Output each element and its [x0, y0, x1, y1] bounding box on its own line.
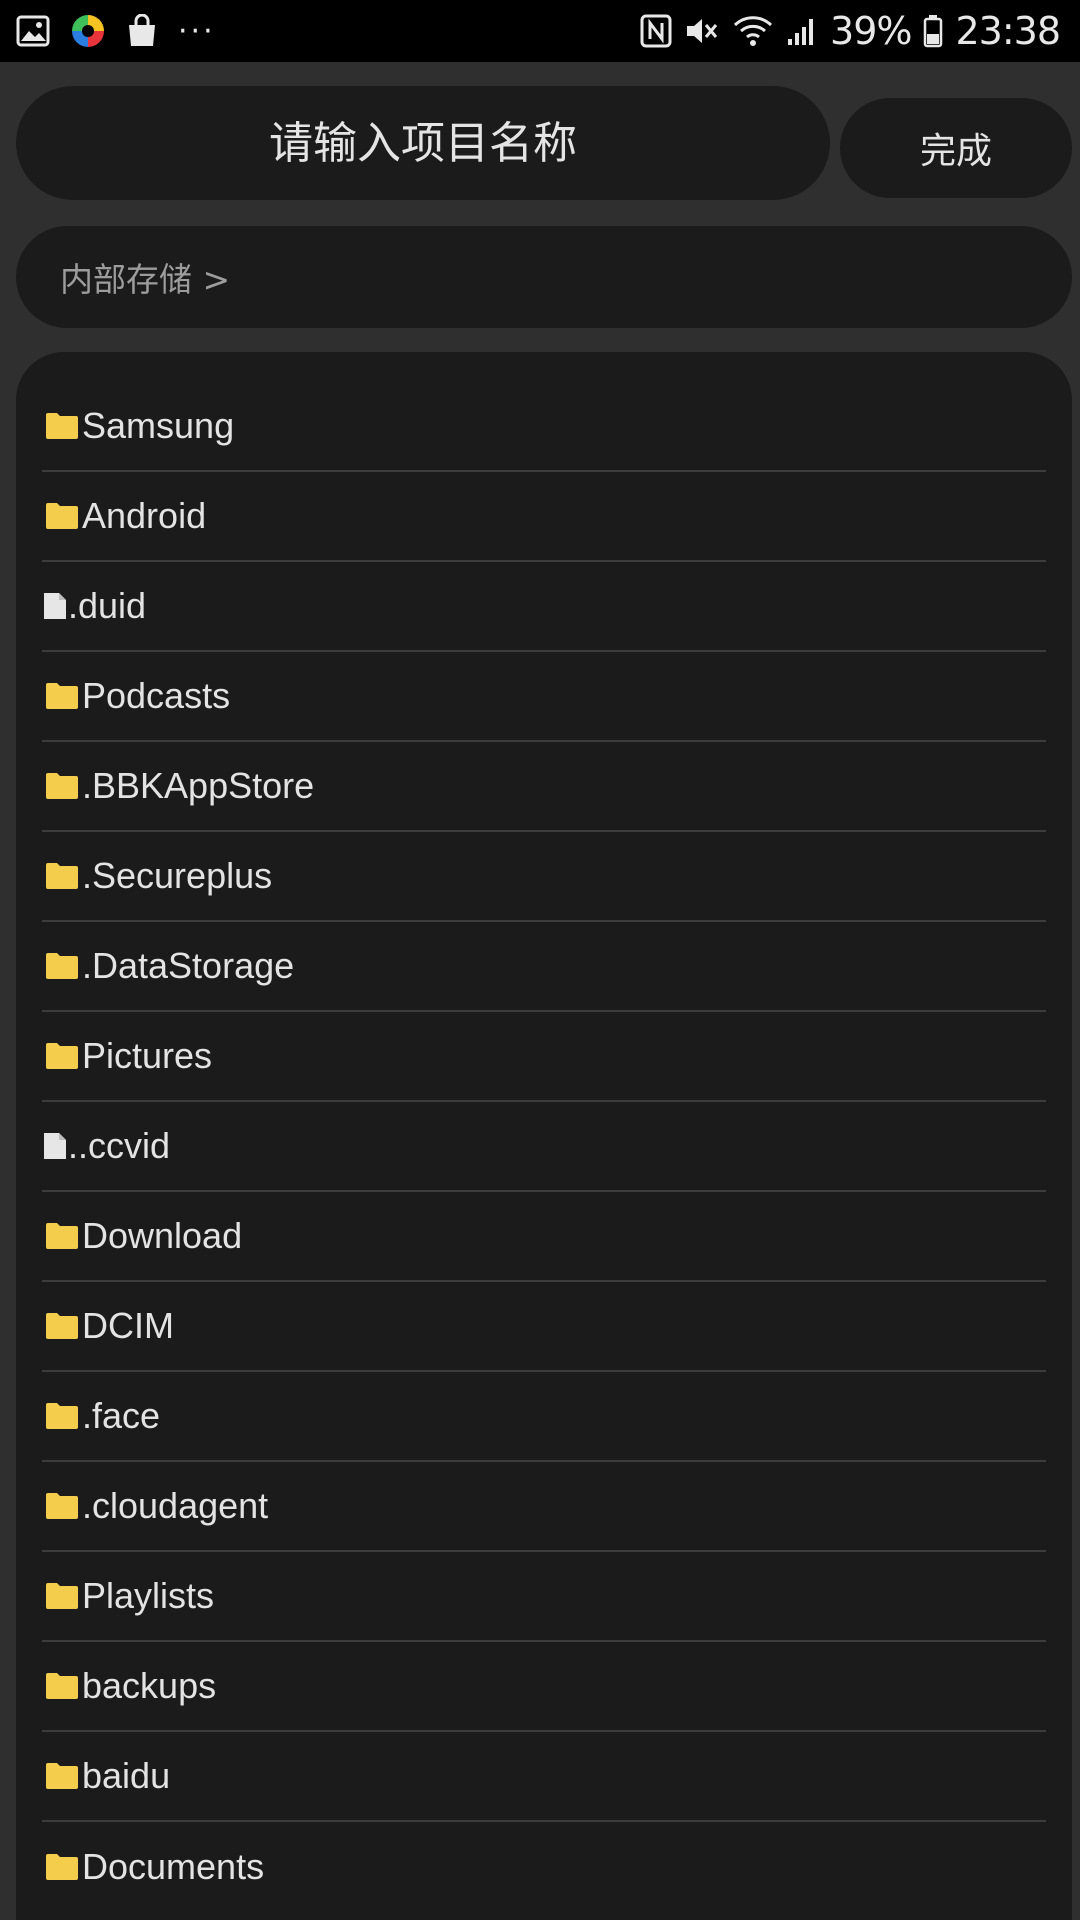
file-list-item[interactable]: .face — [42, 1372, 1046, 1462]
signal-icon — [786, 15, 818, 47]
file-list-item[interactable]: .Secureplus — [42, 832, 1046, 922]
file-list-item[interactable]: Podcasts — [42, 652, 1046, 742]
folder-icon — [42, 856, 82, 896]
file-list-item[interactable]: baidu — [42, 1732, 1046, 1822]
gallery-icon — [16, 15, 50, 47]
file-name: Samsung — [82, 405, 235, 446]
more-notifications-indicator: ··· — [178, 13, 216, 49]
file-name: .DataStorage — [82, 945, 295, 986]
file-name: baidu — [82, 1755, 171, 1796]
file-name: .Secureplus — [82, 855, 273, 896]
file-name: .BBKAppStore — [82, 765, 315, 806]
file-icon — [42, 1126, 68, 1166]
file-name: .face — [82, 1395, 161, 1436]
folder-icon — [42, 1666, 82, 1706]
file-name: backups — [82, 1665, 217, 1706]
file-name: Pictures — [82, 1035, 213, 1076]
file-list-item[interactable]: backups — [42, 1642, 1046, 1732]
file-list-item[interactable]: Playlists — [42, 1552, 1046, 1642]
file-list-item[interactable]: Download — [42, 1192, 1046, 1282]
file-list-item[interactable]: Pictures — [42, 1012, 1046, 1102]
folder-icon — [42, 1756, 82, 1796]
file-name: Download — [82, 1215, 243, 1256]
file-name: .cloudagent — [82, 1485, 269, 1526]
file-name: Android — [82, 495, 207, 536]
mute-icon — [684, 14, 720, 48]
shopping-bag-icon — [126, 14, 158, 48]
folder-icon — [42, 1306, 82, 1346]
folder-icon — [42, 946, 82, 986]
clock: 23:38 — [955, 9, 1061, 53]
folder-icon — [42, 1576, 82, 1616]
folder-icon — [42, 1216, 82, 1256]
file-name: Documents — [82, 1846, 265, 1887]
file-list-item[interactable]: Documents — [42, 1822, 1046, 1912]
file-list-item[interactable]: DCIM — [42, 1282, 1046, 1372]
folder-icon — [42, 1486, 82, 1526]
file-list-item[interactable]: .duid — [42, 562, 1046, 652]
done-button[interactable]: 完成 — [840, 98, 1072, 198]
file-icon — [42, 586, 68, 626]
nfc-icon — [640, 14, 672, 48]
folder-icon — [42, 406, 82, 446]
file-name: Podcasts — [82, 675, 231, 716]
file-list-item[interactable]: Android — [42, 472, 1046, 562]
file-name: DCIM — [82, 1305, 174, 1346]
file-name: ..ccvid — [68, 1125, 171, 1166]
file-list-rows: Samsung Android .duid Podcasts .BBKAppStore.… — [42, 382, 1046, 1912]
status-bar: ··· 39% 23:38 — [0, 0, 1080, 62]
file-list-item[interactable]: .BBKAppStore — [42, 742, 1046, 832]
folder-icon — [42, 1036, 82, 1076]
folder-icon — [42, 1396, 82, 1436]
file-list[interactable]: Samsung Android .duid Podcasts .BBKAppStore.… — [16, 352, 1072, 1920]
breadcrumb[interactable]: 内部存储 > — [16, 226, 1072, 328]
folder-icon — [42, 766, 82, 806]
file-name: .duid — [68, 585, 147, 626]
folder-icon — [42, 496, 82, 536]
wifi-icon — [732, 14, 774, 48]
battery-percent: 39% — [830, 9, 912, 53]
file-list-item[interactable]: Samsung — [42, 382, 1046, 472]
file-list-item[interactable]: .DataStorage — [42, 922, 1046, 1012]
battery-icon — [923, 14, 943, 48]
folder-icon — [42, 676, 82, 716]
project-name-input[interactable] — [16, 86, 830, 200]
folder-icon — [42, 1847, 82, 1887]
file-list-item[interactable]: .cloudagent — [42, 1462, 1046, 1552]
color-wheel-icon — [70, 13, 106, 49]
breadcrumb-path: 内部存储 > — [60, 260, 231, 299]
file-name: Playlists — [82, 1575, 215, 1616]
file-list-item[interactable]: ..ccvid — [42, 1102, 1046, 1192]
